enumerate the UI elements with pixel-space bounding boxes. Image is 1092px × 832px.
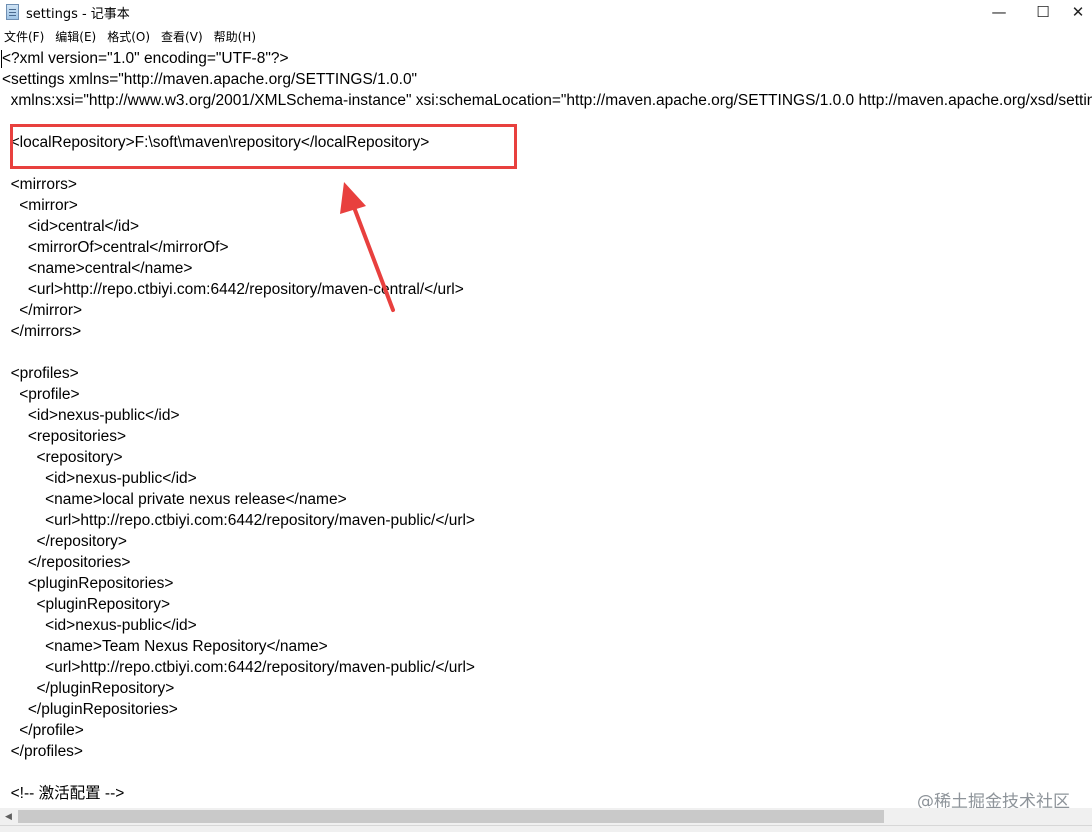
code-line: </profile>: [2, 722, 84, 739]
code-line: </mirror>: [2, 302, 83, 319]
scrollbar-thumb[interactable]: [18, 810, 884, 823]
code-line: <url>http://repo.ctbiyi.com:6442/reposit…: [2, 512, 475, 529]
code-line: </repositories>: [2, 554, 131, 571]
code-line: <name>local private nexus release</name>: [2, 491, 347, 508]
scroll-left-icon[interactable]: ◀: [0, 808, 17, 825]
menu-format[interactable]: 格式(O): [103, 28, 157, 45]
menu-help[interactable]: 帮助(H): [210, 28, 263, 45]
code-line: <mirrorOf>central</mirrorOf>: [2, 239, 229, 256]
menu-edit[interactable]: 编辑(E): [51, 28, 103, 45]
close-button[interactable]: ✕: [1064, 0, 1092, 24]
maximize-button[interactable]: ☐: [1020, 0, 1066, 24]
code-line: <?xml version="1.0" encoding="UTF-8"?>: [2, 50, 289, 67]
code-line: </mirrors>: [2, 323, 82, 340]
maximize-icon: ☐: [1036, 3, 1050, 21]
menu-file[interactable]: 文件(F): [0, 28, 51, 45]
close-icon: ✕: [1071, 3, 1085, 21]
title-bar: settings - 记事本 — ☐ ✕: [0, 0, 1092, 24]
menu-view[interactable]: 查看(V): [157, 28, 210, 45]
code-line: </profiles>: [2, 743, 83, 760]
code-line: <id>central</id>: [2, 218, 140, 235]
code-line: </pluginRepository>: [2, 680, 175, 697]
code-line: <pluginRepositories>: [2, 575, 174, 592]
code-line: </repository>: [2, 533, 127, 550]
annotation-arrow: [340, 182, 395, 312]
code-line: <id>nexus-public</id>: [2, 407, 180, 424]
notepad-icon: [6, 4, 19, 20]
code-line: </pluginRepositories>: [2, 701, 178, 718]
text-caret: [1, 50, 2, 68]
code-line: <repository>: [2, 449, 123, 466]
code-line: <profiles>: [2, 365, 79, 382]
code-line: <url>http://repo.ctbiyi.com:6442/reposit…: [2, 659, 475, 676]
code-line: <name>central</name>: [2, 260, 193, 277]
highlight-box: [10, 124, 517, 169]
menu-bar: 文件(F) 编辑(E) 格式(O) 查看(V) 帮助(H): [0, 26, 1092, 46]
code-line: <repositories>: [2, 428, 127, 445]
code-line: <!-- 激活配置 -->: [2, 785, 125, 802]
code-line: <mirrors>: [2, 176, 77, 193]
horizontal-scrollbar[interactable]: ◀: [0, 808, 1092, 825]
minimize-button[interactable]: —: [976, 0, 1022, 24]
code-line: <settings xmlns="http://maven.apache.org…: [2, 71, 418, 88]
status-bar: [0, 825, 1092, 832]
code-line: <pluginRepository>: [2, 596, 171, 613]
minimize-icon: —: [991, 3, 1007, 21]
code-line: <id>nexus-public</id>: [2, 617, 197, 634]
window-title: settings - 记事本: [26, 7, 130, 22]
code-line: xmlns:xsi="http://www.w3.org/2001/XMLSch…: [2, 92, 1092, 109]
code-line: <profile>: [2, 386, 80, 403]
code-line: <name>Team Nexus Repository</name>: [2, 638, 328, 655]
code-line: <id>nexus-public</id>: [2, 470, 197, 487]
code-line: <mirror>: [2, 197, 78, 214]
